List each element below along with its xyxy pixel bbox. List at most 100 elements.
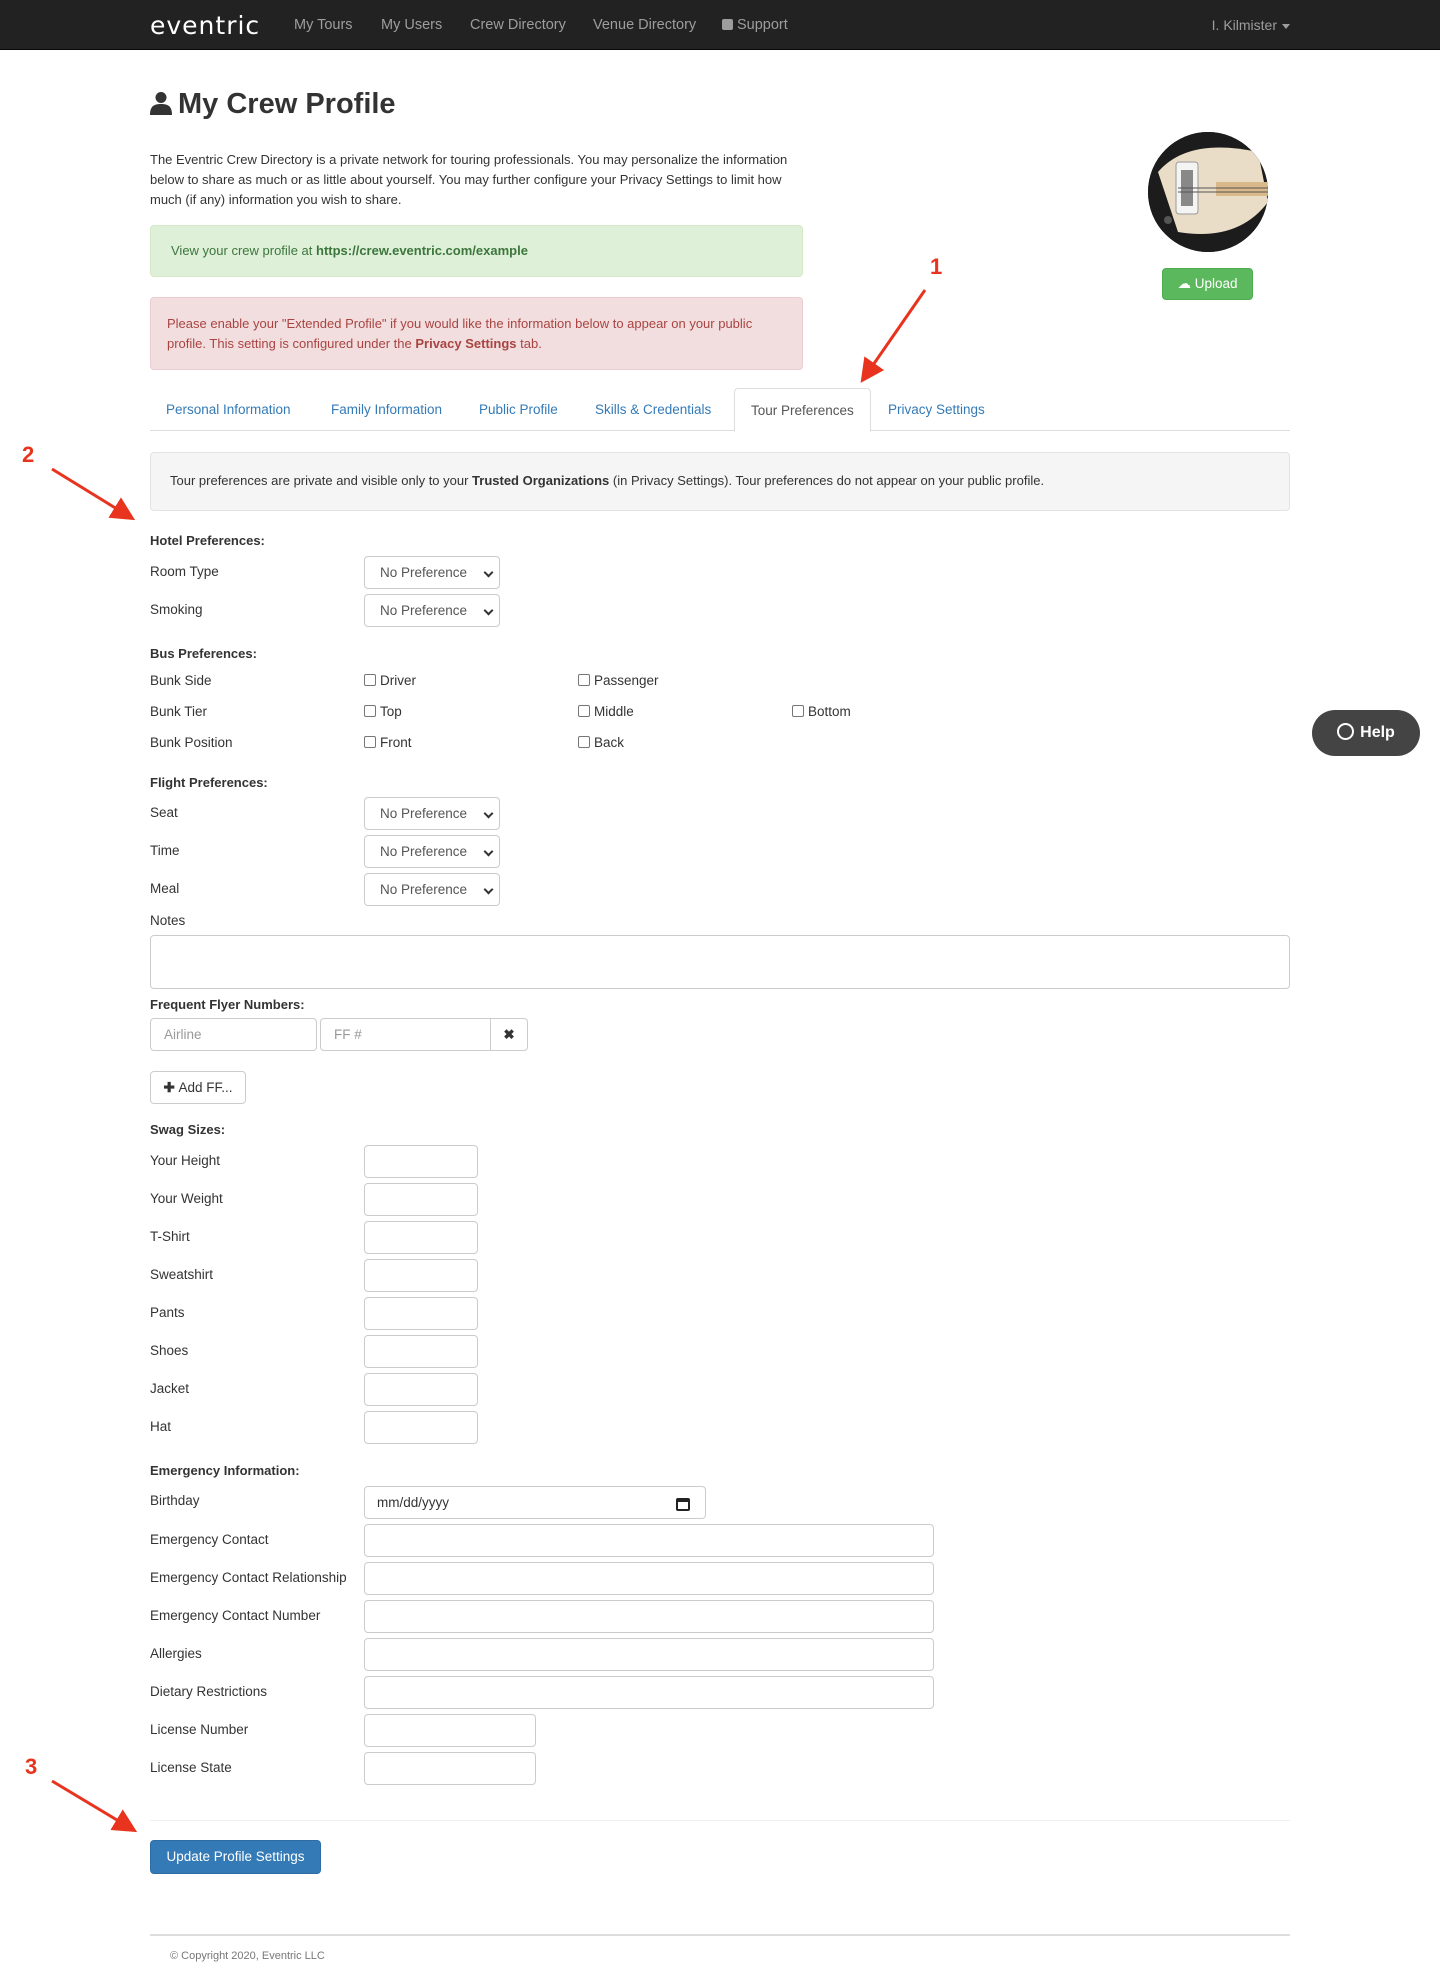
swag-input[interactable] — [364, 1297, 478, 1330]
smoking-value: No Preference — [380, 603, 468, 618]
nav-support-label: Support — [737, 17, 788, 33]
tab-family-information[interactable]: Family Information — [315, 388, 458, 431]
swag-input[interactable] — [364, 1411, 478, 1444]
room-type-select[interactable]: No Preference — [364, 556, 500, 589]
swag-label: Hat — [150, 1419, 172, 1434]
nav-support[interactable]: Support — [722, 17, 788, 33]
checkbox-box[interactable] — [578, 674, 590, 686]
chevron-down-icon — [483, 846, 494, 857]
external-link-icon — [722, 19, 733, 30]
brand-logo[interactable]: eventric — [150, 11, 260, 40]
frequent-flyer-heading: Frequent Flyer Numbers: — [150, 997, 305, 1012]
swag-input[interactable] — [364, 1335, 478, 1368]
user-icon — [150, 92, 172, 115]
chevron-down-icon — [483, 567, 494, 578]
calendar-icon[interactable] — [676, 1497, 690, 1511]
swag-input[interactable] — [364, 1259, 478, 1292]
nav-crew-directory[interactable]: Crew Directory — [470, 17, 566, 33]
swag-label: Sweatshirt — [150, 1267, 214, 1282]
birthday-input[interactable]: mm/dd/yyyy — [364, 1486, 706, 1519]
emergency-input[interactable] — [364, 1638, 934, 1671]
room-type-value: No Preference — [380, 565, 468, 580]
checkbox-front[interactable]: Front — [364, 735, 412, 750]
top-navbar: eventric My Tours My Users Crew Director… — [0, 0, 1440, 50]
emergency-input[interactable] — [364, 1676, 934, 1709]
privacy-note-tail: (in Privacy Settings). Tour preferences … — [609, 473, 1045, 488]
smoking-select[interactable]: No Preference — [364, 594, 500, 627]
tab-tour-preferences[interactable]: Tour Preferences — [734, 388, 871, 432]
checkbox-passenger[interactable]: Passenger — [578, 673, 659, 688]
add-ff-button[interactable]: ✚ Add FF... — [150, 1071, 246, 1104]
checkbox-driver[interactable]: Driver — [364, 673, 416, 688]
emergency-label: Emergency Contact Number — [150, 1608, 321, 1623]
remove-ff-button[interactable]: ✖ — [490, 1018, 528, 1051]
seat-label: Seat — [150, 805, 178, 820]
nav-venue-directory[interactable]: Venue Directory — [593, 17, 696, 33]
swag-input[interactable] — [364, 1373, 478, 1406]
airline-input[interactable]: Airline — [150, 1018, 317, 1051]
time-select[interactable]: No Preference — [364, 835, 500, 868]
airline-placeholder: Airline — [164, 1027, 202, 1042]
swag-label: T-Shirt — [150, 1229, 190, 1244]
swag-input[interactable] — [364, 1221, 478, 1254]
guitar-photo — [1148, 132, 1268, 252]
bunk-tier-label: Bunk Tier — [150, 704, 208, 719]
emergency-label: Dietary Restrictions — [150, 1684, 268, 1699]
profile-url-link[interactable]: https://crew.eventric.com/example — [316, 243, 528, 258]
alert-success-text: View your crew profile at — [171, 243, 316, 258]
notes-textarea[interactable] — [150, 935, 1290, 989]
cloud-upload-icon: ☁ — [1177, 276, 1195, 291]
annotation-number-1: 1 — [930, 254, 943, 279]
checkbox-box[interactable] — [364, 736, 376, 748]
emergency-input[interactable] — [364, 1600, 934, 1633]
swag-input[interactable] — [364, 1145, 478, 1178]
swag-label: Pants — [150, 1305, 185, 1320]
checkbox-box[interactable] — [792, 705, 804, 717]
emergency-input[interactable] — [364, 1524, 934, 1557]
nav-my-tours[interactable]: My Tours — [294, 17, 353, 33]
checkbox-label: Bottom — [808, 704, 851, 719]
emergency-label: Emergency Contact — [150, 1532, 269, 1547]
emergency-input[interactable] — [364, 1714, 536, 1747]
intro-text: The Eventric Crew Directory is a private… — [150, 152, 788, 207]
alert-danger-bold: Privacy Settings — [415, 336, 517, 351]
checkbox-back[interactable]: Back — [578, 735, 624, 750]
room-type-label: Room Type — [150, 564, 219, 579]
emergency-label: License State — [150, 1760, 232, 1775]
seat-select[interactable]: No Preference — [364, 797, 500, 830]
privacy-note-text: Tour preferences are private and visible… — [170, 473, 473, 488]
emergency-label: License Number — [150, 1722, 249, 1737]
form-divider — [150, 1820, 1290, 1821]
nav-my-users[interactable]: My Users — [381, 17, 442, 33]
emergency-input[interactable] — [364, 1562, 934, 1595]
checkbox-box[interactable] — [364, 674, 376, 686]
ff-number-input[interactable]: FF # — [320, 1018, 491, 1051]
profile-avatar — [1148, 132, 1268, 252]
privacy-note-bold: Trusted Organizations — [472, 473, 610, 488]
tab-privacy-settings[interactable]: Privacy Settings — [872, 388, 1001, 431]
update-profile-button[interactable]: Update Profile Settings — [150, 1840, 321, 1874]
help-button[interactable]: Help — [1312, 710, 1420, 756]
time-label: Time — [150, 843, 180, 858]
tab-public-profile[interactable]: Public Profile — [463, 388, 574, 431]
emergency-input[interactable] — [364, 1752, 536, 1785]
checkbox-box[interactable] — [364, 705, 376, 717]
meal-value: No Preference — [380, 882, 468, 897]
birthday-label: Birthday — [150, 1493, 200, 1508]
close-icon: ✖ — [503, 1027, 515, 1042]
checkbox-top[interactable]: Top — [364, 704, 402, 719]
swag-heading: Swag Sizes: — [150, 1122, 226, 1137]
checkbox-middle[interactable]: Middle — [578, 704, 634, 719]
checkbox-bottom[interactable]: Bottom — [792, 704, 851, 719]
checkbox-box[interactable] — [578, 705, 590, 717]
upload-button[interactable]: ☁ Upload — [1162, 268, 1253, 300]
checkbox-label: Driver — [380, 673, 416, 688]
tab-skills-credentials[interactable]: Skills & Credentials — [579, 388, 727, 431]
user-menu[interactable]: I. Kilmister — [1212, 17, 1290, 33]
copyright-text: © Copyright 2020, Eventric LLC — [170, 1950, 325, 1962]
swag-input[interactable] — [364, 1183, 478, 1216]
tab-personal-information[interactable]: Personal Information — [150, 388, 307, 431]
footer-divider — [150, 1934, 1290, 1936]
checkbox-box[interactable] — [578, 736, 590, 748]
meal-select[interactable]: No Preference — [364, 873, 500, 906]
